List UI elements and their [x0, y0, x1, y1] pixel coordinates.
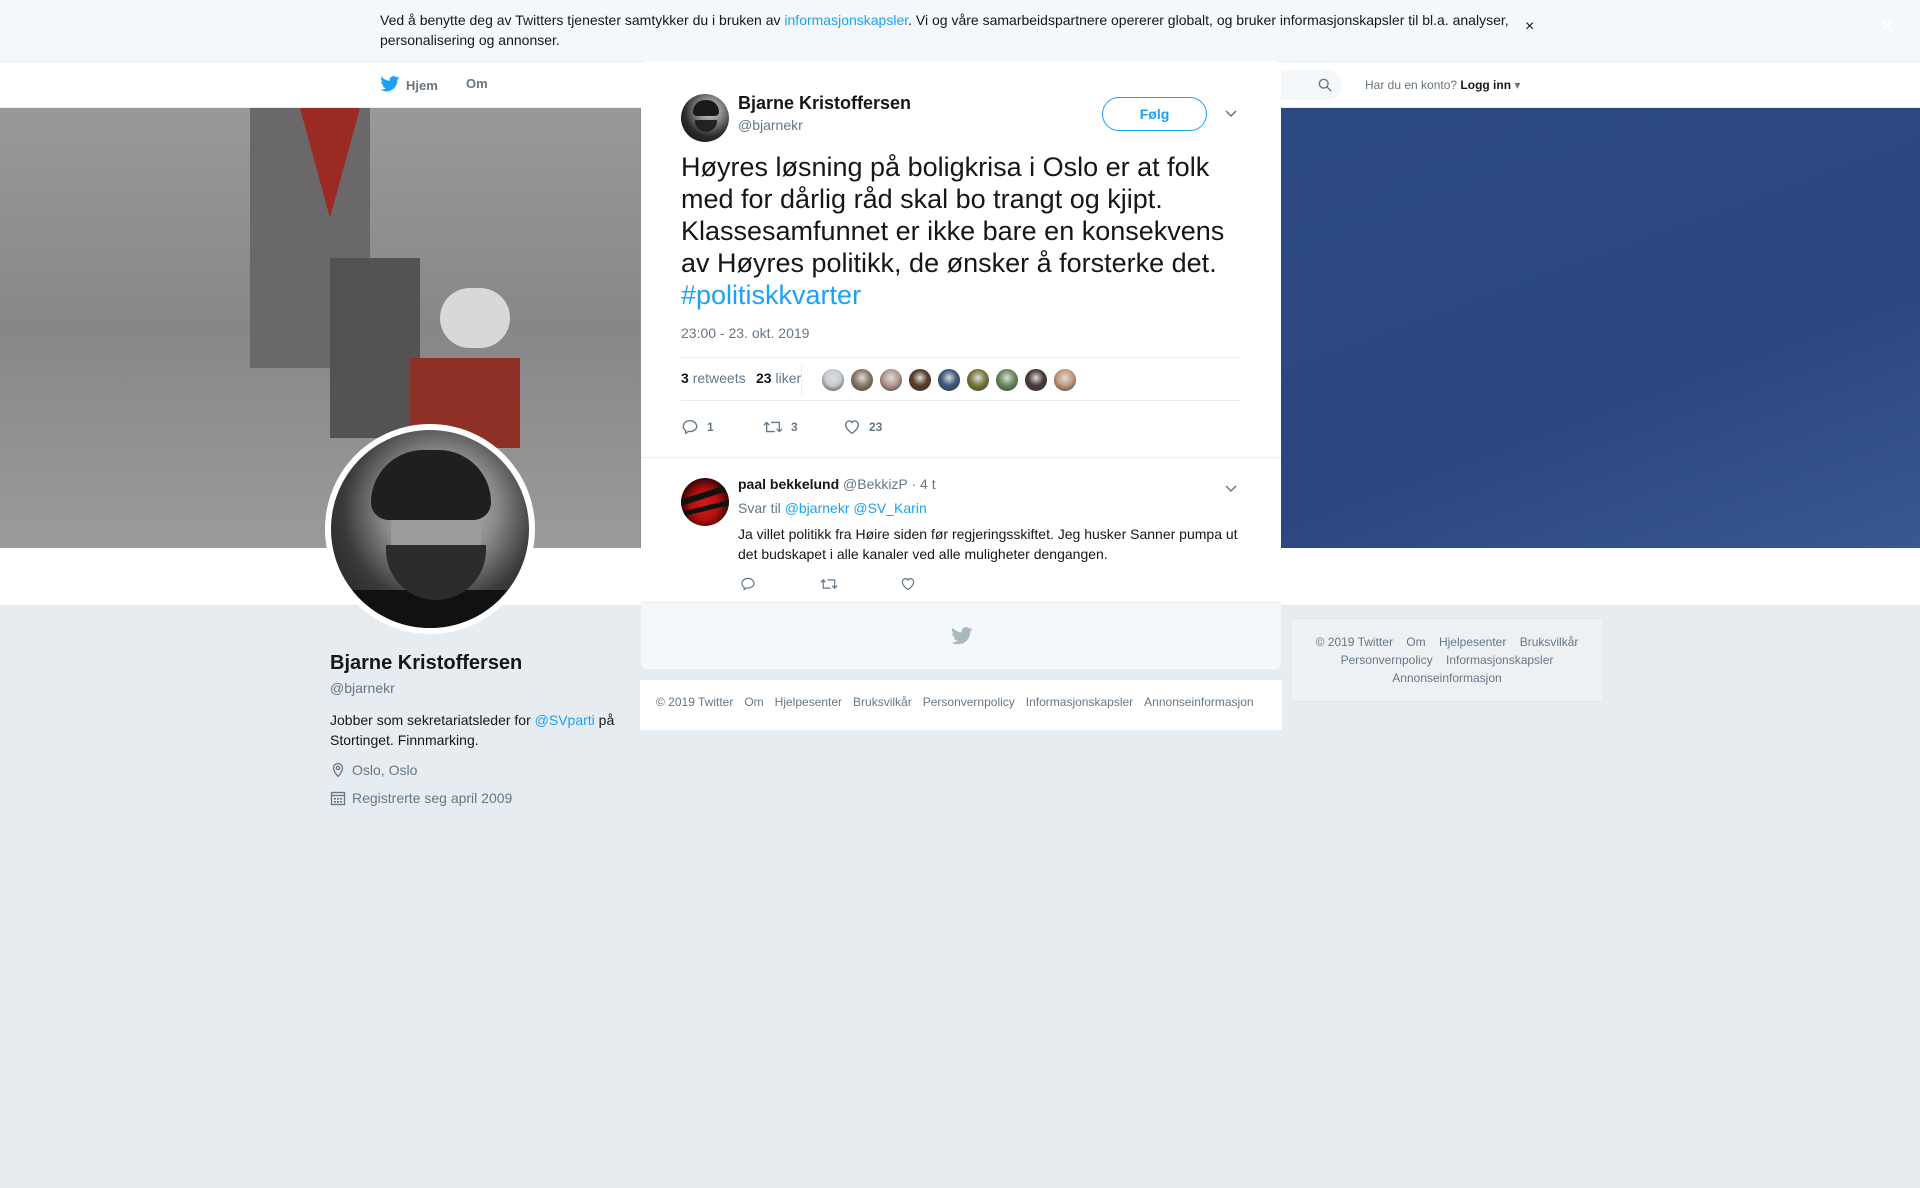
retweet-icon [820, 579, 838, 589]
modal-footer-links: © 2019 Twitter Om Hjelpesenter Bruksvilk… [640, 680, 1282, 730]
liker-avatar[interactable] [1024, 368, 1048, 392]
tweet-hashtag-link[interactable]: #politiskkvarter [681, 280, 861, 310]
overlay-close-button[interactable]: × [1872, 10, 1902, 40]
like-button[interactable]: 23 [843, 418, 882, 436]
liker-avatar[interactable] [850, 368, 874, 392]
modal-footer-bar [641, 602, 1281, 669]
tweet-author-name[interactable]: Bjarne Kristoffersen [738, 93, 911, 114]
liker-avatar[interactable] [995, 368, 1019, 392]
tweet-author-avatar[interactable] [681, 94, 729, 142]
footer-link-help[interactable]: Hjelpesenter [775, 695, 842, 715]
tweet-timestamp[interactable]: 23:00 - 23. okt. 2019 [681, 325, 809, 341]
footer-link-cookies[interactable]: Informasjonskapsler [1026, 695, 1133, 715]
likes-count: 23 [756, 370, 772, 386]
retweets-label: retweets [692, 370, 746, 386]
chevron-down-icon[interactable] [1224, 105, 1238, 123]
reply-count: 1 [707, 420, 714, 434]
reply-mention-link[interactable]: @bjarnekr [785, 500, 850, 516]
replying-to: Svar til @bjarnekr @SV_Karin [738, 500, 927, 516]
like-action-count: 23 [869, 420, 883, 434]
liker-avatar[interactable] [1053, 368, 1077, 392]
retweets-stat[interactable]: 3 retweets [681, 370, 746, 386]
retweet-action-count: 3 [791, 420, 798, 434]
reply-mention-link[interactable]: @SV_Karin [853, 500, 926, 516]
reply-time[interactable]: · 4 t [911, 476, 935, 492]
reply-text: Ja villet politikk fra Høire siden før r… [738, 526, 1238, 562]
follow-button[interactable]: Følg [1102, 97, 1207, 131]
liker-avatar[interactable] [966, 368, 990, 392]
tweet-author-handle[interactable]: @bjarnekr [738, 117, 803, 133]
stats-divider [801, 364, 802, 396]
footer-link-privacy[interactable]: Personvernpolicy [923, 695, 1015, 715]
liker-avatar[interactable] [821, 368, 845, 392]
heart-icon [901, 578, 915, 591]
reply-icon [682, 420, 698, 435]
reply-actions [738, 576, 1038, 596]
tweet-text: Høyres løsning på boligkrisa i Oslo er a… [681, 151, 1251, 311]
liker-avatar[interactable] [937, 368, 961, 392]
reply-chevron-down-icon[interactable] [1224, 480, 1238, 498]
tweet-stats: 3 retweets 23 liker [681, 357, 1241, 401]
heart-icon [845, 420, 859, 435]
tweet-actions: 1 3 23 [681, 416, 1241, 446]
footer-link-terms[interactable]: Bruksvilkår [853, 695, 912, 715]
reply-like-button[interactable] [900, 576, 916, 597]
reply-reply-button[interactable] [740, 576, 756, 597]
tweet-body: Høyres løsning på boligkrisa i Oslo er a… [681, 152, 1225, 278]
reply-tweet[interactable]: paal bekkelund @BekkizP · 4 t Svar til @… [641, 457, 1281, 602]
retweet-button[interactable]: 3 [763, 418, 798, 436]
twitter-bird-icon [951, 627, 973, 645]
reply-button[interactable]: 1 [681, 418, 714, 436]
liker-avatar[interactable] [908, 368, 932, 392]
likes-label: liker [775, 370, 802, 386]
liker-avatars [821, 368, 1077, 392]
likes-stat[interactable]: 23 liker [756, 370, 801, 386]
retweet-icon [763, 421, 783, 433]
reply-retweet-button[interactable] [820, 576, 838, 597]
replying-to-prefix: Svar til [738, 500, 781, 516]
liker-avatar[interactable] [879, 368, 903, 392]
reply-author-handle[interactable]: @BekkizP [843, 476, 908, 492]
footer-copyright: © 2019 Twitter [656, 695, 734, 709]
footer-link-about[interactable]: Om [744, 695, 763, 715]
footer-link-ads-info[interactable]: Annonseinformasjon [1144, 695, 1253, 715]
retweets-count: 3 [681, 370, 689, 386]
reply-icon [741, 577, 755, 591]
tweet-modal: Bjarne Kristoffersen @bjarnekr Følg Høyr… [641, 61, 1281, 669]
reply-author-avatar[interactable] [681, 478, 729, 526]
reply-author-name[interactable]: paal bekkelund [738, 476, 839, 492]
reply-header: paal bekkelund @BekkizP · 4 t [738, 476, 936, 492]
